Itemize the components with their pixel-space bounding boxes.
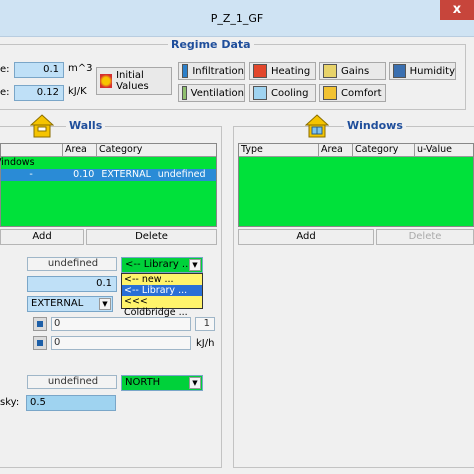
windows-list[interactable]: Type Area Category u-Value bbox=[238, 143, 474, 227]
library-option-coldbridge[interactable]: <<< Coldbridge ... bbox=[122, 296, 202, 318]
humidity-button[interactable]: Humidity bbox=[389, 62, 456, 80]
library-combo[interactable]: <-- Library ... ▼ bbox=[121, 257, 203, 273]
library-option-new[interactable]: <-- new ... bbox=[122, 274, 202, 285]
category-combo-value: EXTERNAL bbox=[31, 298, 84, 309]
window-title: P_Z_1_GF bbox=[210, 12, 264, 25]
walls-title: Walls bbox=[66, 119, 106, 132]
field-a[interactable]: 0 bbox=[51, 317, 191, 331]
walls-col-area[interactable]: Area bbox=[63, 144, 97, 156]
walls-row-extra: undefined bbox=[157, 169, 206, 180]
windows-icon bbox=[304, 114, 330, 138]
capacity-field[interactable]: 0.12 bbox=[14, 85, 64, 101]
walls-col-name[interactable] bbox=[1, 144, 63, 156]
sky-label: sky: bbox=[0, 397, 20, 408]
walls-row-name: - bbox=[29, 169, 33, 180]
windows-col-uvalue[interactable]: u-Value bbox=[415, 144, 473, 156]
library-dropdown[interactable]: <-- new ... <-- Library ... <<< Coldbrid… bbox=[121, 273, 203, 318]
category-combo[interactable]: EXTERNAL ▼ bbox=[27, 296, 113, 312]
windows-col-area[interactable]: Area bbox=[319, 144, 353, 156]
orientation-combo[interactable]: NORTH ▼ bbox=[121, 375, 203, 391]
dropdown-arrow-icon[interactable]: ▼ bbox=[189, 377, 201, 389]
initial-values-label: Initial Values bbox=[116, 70, 149, 92]
heating-label: Heating bbox=[271, 65, 311, 77]
infiltration-button[interactable]: Infiltration bbox=[178, 62, 245, 80]
volume-field[interactable]: 0.1 bbox=[14, 62, 64, 78]
volume-unit: m^3 bbox=[68, 63, 93, 74]
comfort-label: Comfort bbox=[341, 87, 382, 99]
regime-data-title: Regime Data bbox=[168, 38, 254, 51]
close-button[interactable]: x bbox=[440, 0, 474, 20]
heating-button[interactable]: Heating bbox=[249, 62, 316, 80]
pick-a-button[interactable] bbox=[33, 317, 47, 331]
gains-icon bbox=[323, 64, 337, 78]
area-field[interactable]: 0.1 bbox=[27, 276, 117, 292]
ventilation-icon bbox=[182, 86, 187, 100]
walls-group-row[interactable]: Vindows bbox=[0, 157, 216, 169]
cooling-label: Cooling bbox=[271, 87, 309, 99]
field-b-unit: kJ/h bbox=[196, 338, 215, 349]
windows-add-button[interactable]: Add bbox=[238, 229, 374, 245]
construction-field[interactable]: undefined bbox=[27, 257, 117, 271]
gains-button[interactable]: Gains bbox=[319, 62, 386, 80]
cooling-button[interactable]: Cooling bbox=[249, 84, 316, 102]
walls-col-category[interactable]: Category bbox=[97, 144, 215, 156]
regime-field-label-1: e: bbox=[0, 64, 10, 75]
windows-title: Windows bbox=[344, 119, 406, 132]
initial-values-button[interactable]: Initial Values bbox=[96, 67, 172, 95]
initial-values-icon bbox=[100, 74, 113, 88]
windows-list-header: Type Area Category u-Value bbox=[239, 144, 473, 157]
walls-add-button[interactable]: Add bbox=[0, 229, 84, 245]
field-b[interactable]: 0 bbox=[51, 336, 191, 350]
heating-icon bbox=[253, 64, 267, 78]
dropdown-arrow-icon[interactable]: ▼ bbox=[189, 259, 201, 271]
walls-house-icon bbox=[29, 114, 55, 138]
walls-list[interactable]: Area Category Vindows - 0.10 EXTERNAL un… bbox=[0, 143, 217, 227]
pick-icon bbox=[37, 340, 43, 346]
library-option-library[interactable]: <-- Library ... bbox=[122, 285, 202, 296]
orientation-field[interactable]: undefined bbox=[27, 375, 117, 389]
library-combo-value: <-- Library ... bbox=[125, 259, 192, 270]
windows-col-category[interactable]: Category bbox=[353, 144, 415, 156]
humidity-icon bbox=[393, 64, 406, 78]
regime-field-label-2: e: bbox=[0, 87, 10, 98]
walls-list-header: Area Category bbox=[1, 144, 216, 157]
sky-field[interactable]: 0.5 bbox=[26, 395, 116, 411]
infiltration-label: Infiltration bbox=[192, 65, 244, 77]
walls-delete-button[interactable]: Delete bbox=[86, 229, 217, 245]
ventilation-button[interactable]: Ventilation bbox=[178, 84, 245, 102]
field-a-right[interactable]: 1 bbox=[195, 317, 215, 331]
walls-row-category: EXTERNAL bbox=[101, 169, 151, 180]
comfort-button[interactable]: Comfort bbox=[319, 84, 386, 102]
walls-selected-row[interactable]: - 0.10 EXTERNAL undefined bbox=[1, 169, 216, 181]
windows-delete-button: Delete bbox=[376, 229, 474, 245]
capacity-unit: kJ/K bbox=[68, 86, 87, 97]
infiltration-icon bbox=[182, 64, 189, 78]
walls-row-area: 0.10 bbox=[73, 169, 95, 180]
humidity-label: Humidity bbox=[409, 65, 455, 77]
ventilation-label: Ventilation bbox=[190, 87, 244, 99]
gains-label: Gains bbox=[341, 65, 370, 77]
comfort-icon bbox=[323, 86, 337, 100]
dropdown-arrow-icon[interactable]: ▼ bbox=[99, 298, 111, 310]
windows-col-type[interactable]: Type bbox=[239, 144, 319, 156]
cooling-icon bbox=[253, 86, 267, 100]
pick-icon bbox=[37, 321, 43, 327]
orientation-combo-value: NORTH bbox=[125, 377, 161, 388]
pick-b-button[interactable] bbox=[33, 336, 47, 350]
